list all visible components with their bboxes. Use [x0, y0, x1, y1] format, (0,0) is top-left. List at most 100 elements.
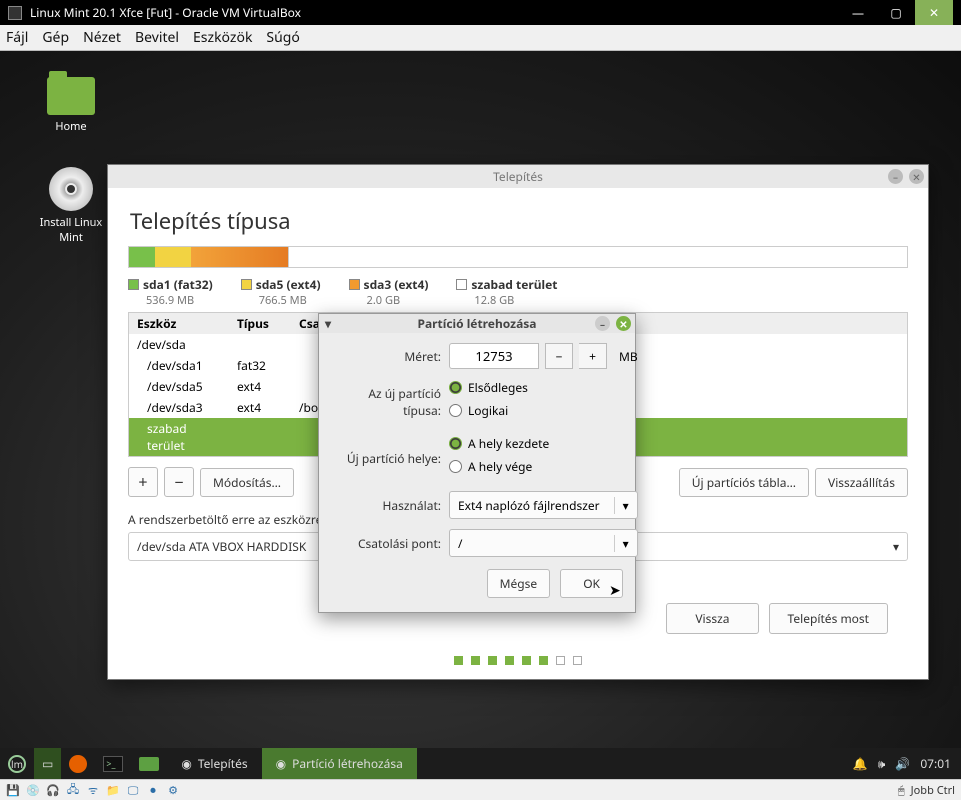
remove-partition-button[interactable]: −	[164, 467, 194, 497]
folder-icon	[47, 77, 95, 115]
partition-type-label: Az új partíció típusa:	[331, 385, 449, 419]
filemanager-launcher[interactable]	[131, 748, 167, 779]
show-desktop-button[interactable]: ▭	[34, 748, 61, 779]
installer-title-text: Telepítés	[493, 168, 543, 185]
back-button[interactable]: Vissza	[666, 603, 758, 634]
disc-icon	[49, 167, 93, 211]
change-partition-button[interactable]: Módosítás…	[200, 468, 294, 497]
vbox-recording-icon[interactable]: ⏺	[146, 783, 160, 797]
vbox-audio-icon[interactable]: 🎧	[46, 783, 60, 797]
table-header-device: Eszköz	[129, 313, 229, 334]
disc-icon: ◉	[276, 755, 286, 772]
size-input[interactable]	[449, 343, 539, 369]
installer-close-button[interactable]: ✕	[909, 169, 924, 184]
legend-size: 12.8 GB	[474, 293, 557, 308]
vbox-statusbar: 💾 💿 🎧 🖧 ᯤ 📁 🖵 ⏺ ⚙ 🖱 Jobb Ctrl	[0, 779, 961, 800]
vbox-menu-help[interactable]: Súgó	[266, 28, 299, 47]
partition-bar	[128, 246, 908, 268]
partition-type-logical[interactable]: Logikai	[449, 402, 638, 419]
partition-location-beginning[interactable]: A hely kezdete	[449, 435, 638, 452]
partition-type-primary[interactable]: Elsődleges	[449, 379, 638, 396]
legend-name: sda5 (ext4)	[256, 276, 321, 293]
partition-location-label: Új partíció helye:	[331, 450, 449, 467]
vbox-menu-file[interactable]: Fájl	[6, 28, 28, 47]
install-now-button[interactable]: Telepítés most	[769, 603, 888, 634]
vbox-hostkey-label: Jobb Ctrl	[911, 783, 955, 798]
disc-icon: ◉	[181, 755, 191, 772]
dialog-titlebar[interactable]: ▾ Partíció létrehozása – ✕	[319, 314, 635, 333]
table-header-type: Típus	[229, 313, 291, 334]
partition-legend: sda1 (fat32)536.9 MB sda5 (ext4)766.5 MB…	[128, 276, 908, 308]
vbox-optical-icon[interactable]: 💿	[26, 783, 40, 797]
create-partition-dialog: ▾ Partíció létrehozása – ✕ Méret: − + MB…	[318, 313, 636, 613]
guest-desktop: Home Install Linux Mint Telepítés – ✕ Te…	[0, 51, 961, 779]
use-as-value: Ext4 naplózó fájlrendszer	[458, 497, 600, 514]
taskbar-clock[interactable]: 07:01	[920, 755, 951, 772]
chevron-down-icon: ▾	[614, 497, 629, 514]
network-icon[interactable]: 🕪	[878, 755, 886, 772]
desktop-icon-home[interactable]: Home	[30, 77, 112, 134]
installer-minimize-button[interactable]: –	[888, 169, 903, 184]
chevron-down-icon: ▾	[325, 315, 331, 332]
start-menu-button[interactable]: lm	[0, 748, 34, 779]
vbox-menu-view[interactable]: Nézet	[83, 28, 121, 47]
vbox-cpu-icon[interactable]: ⚙	[166, 783, 180, 797]
taskbar-item-create-partition[interactable]: ◉ Partíció létrehozása	[262, 748, 417, 779]
volume-icon[interactable]: 🔊	[895, 755, 910, 772]
firefox-launcher[interactable]	[61, 748, 95, 779]
size-increment-button[interactable]: +	[579, 343, 607, 369]
ok-button[interactable]: OK	[560, 569, 623, 598]
vbox-window-title: Linux Mint 20.1 Xfce [Fut] - Oracle VM V…	[30, 4, 301, 21]
use-as-label: Használat:	[331, 497, 449, 514]
vbox-menu-machine[interactable]: Gép	[42, 28, 69, 47]
vbox-maximize-button[interactable]: ▢	[877, 0, 915, 25]
vbox-usb-icon[interactable]: ᯤ	[86, 783, 100, 797]
new-partition-table-button[interactable]: Új partíciós tábla…	[679, 468, 809, 497]
vbox-display-icon[interactable]: 🖵	[126, 783, 140, 797]
mount-point-select[interactable]: / ▾	[449, 529, 638, 557]
taskbar-item-label: Telepítés	[198, 755, 248, 772]
add-partition-button[interactable]: +	[128, 467, 158, 497]
legend-name: szabad terület	[471, 276, 557, 293]
installer-heading: Telepítés típusa	[108, 188, 928, 246]
legend-size: 536.9 MB	[146, 293, 213, 308]
progress-dots	[128, 638, 908, 669]
use-as-select[interactable]: Ext4 naplózó fájlrendszer ▾	[449, 491, 638, 519]
dialog-minimize-button[interactable]: –	[595, 316, 610, 331]
desktop-icon-install[interactable]: Install Linux Mint	[30, 167, 112, 245]
vbox-close-button[interactable]: ✕	[915, 0, 953, 25]
terminal-launcher[interactable]: >_	[95, 748, 131, 779]
size-unit: MB	[619, 348, 638, 365]
size-label: Méret:	[331, 348, 449, 365]
partition-location-end[interactable]: A hely vége	[449, 458, 638, 475]
desktop-icon-label: Install Linux Mint	[40, 215, 103, 245]
taskbar-item-installer[interactable]: ◉ Telepítés	[167, 748, 261, 779]
legend-size: 766.5 MB	[259, 293, 321, 308]
vbox-app-icon	[8, 6, 22, 20]
legend-name: sda1 (fat32)	[143, 276, 213, 293]
vbox-menubar: Fájl Gép Nézet Bevitel Eszközök Súgó	[0, 25, 961, 51]
vbox-shared-folders-icon[interactable]: 📁	[106, 783, 120, 797]
vbox-network-icon[interactable]: 🖧	[66, 783, 80, 797]
cancel-button[interactable]: Mégse	[487, 569, 551, 598]
revert-button[interactable]: Visszaállítás	[815, 468, 908, 497]
chevron-down-icon: ▾	[893, 538, 899, 555]
vbox-menu-devices[interactable]: Eszközök	[193, 28, 252, 47]
dialog-title-text: Partíció létrehozása	[418, 315, 537, 332]
dialog-close-button[interactable]: ✕	[616, 316, 631, 331]
vbox-menu-input[interactable]: Bevitel	[135, 28, 179, 47]
vbox-minimize-button[interactable]: —	[839, 0, 877, 25]
desktop-icon-label: Home	[55, 119, 86, 134]
vbox-titlebar: Linux Mint 20.1 Xfce [Fut] - Oracle VM V…	[0, 0, 961, 25]
vbox-mouse-integration-icon[interactable]: 🖱	[898, 783, 905, 798]
bootloader-value: /dev/sda ATA VBOX HARDDISK	[137, 538, 306, 555]
taskbar-item-label: Partíció létrehozása	[292, 755, 403, 772]
legend-name: sda3 (ext4)	[364, 276, 429, 293]
size-decrement-button[interactable]: −	[545, 343, 573, 369]
mount-point-label: Csatolási pont:	[331, 535, 449, 552]
vbox-hdd-icon[interactable]: 💾	[6, 783, 20, 797]
notification-bell-icon[interactable]: 🔔	[853, 755, 868, 772]
installer-titlebar[interactable]: Telepítés – ✕	[108, 165, 928, 188]
guest-taskbar: lm ▭ >_ ◉ Telepítés ◉ Partíció létrehozá…	[0, 748, 961, 779]
legend-size: 2.0 GB	[367, 293, 429, 308]
